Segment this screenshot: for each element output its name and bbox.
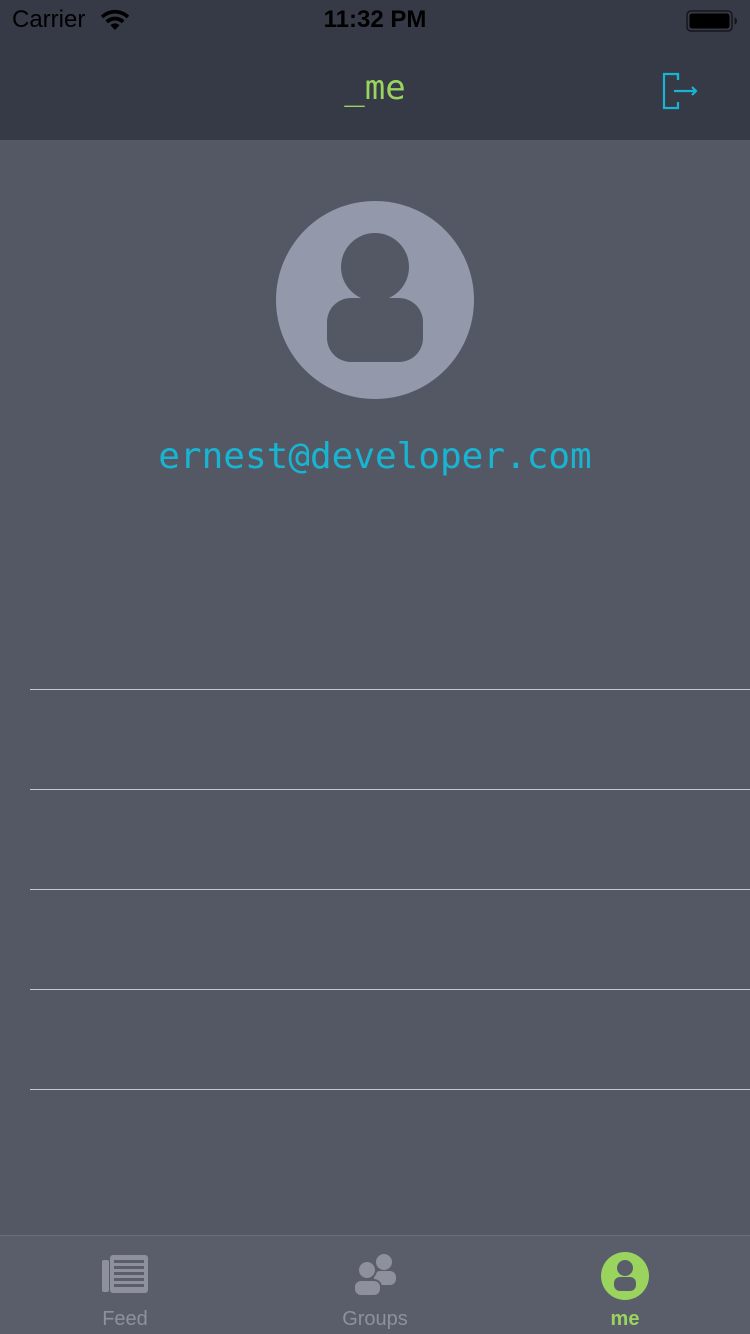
row-separator [30,689,750,690]
tab-label: me [610,1308,640,1330]
list-item[interactable] [0,889,750,989]
tab-feed[interactable]: Feed [0,1236,250,1334]
row-separator [30,1089,750,1090]
status-bar: Carrier 11:32 PM [0,0,750,40]
row-separator [30,889,750,890]
tab-label: Feed [102,1308,148,1330]
person-icon [327,233,423,362]
list-item[interactable] [0,789,750,889]
navigation-bar: _me [0,40,750,140]
person-icon [601,1252,649,1300]
avatar[interactable] [276,201,474,399]
newspaper-icon [102,1255,148,1293]
status-time: 11:32 PM [323,6,427,33]
logout-icon [662,72,698,110]
row-separator [30,989,750,990]
tab-label: Groups [342,1308,408,1330]
settings-list [0,689,750,1189]
list-item[interactable] [0,1089,750,1189]
list-item[interactable] [0,689,750,789]
tab-groups[interactable]: Groups [250,1236,500,1334]
logout-button[interactable] [654,66,704,116]
row-separator [30,789,750,790]
page-title: _me [344,68,406,108]
group-icon [353,1254,396,1297]
user-email: ernest@developer.com [158,436,592,477]
list-item[interactable] [0,989,750,1089]
tab-bar: Feed Groups me [0,1235,750,1334]
tab-me[interactable]: me [500,1236,750,1334]
battery-icon [686,10,737,32]
profile-content: ernest@developer.com [0,140,750,1235]
